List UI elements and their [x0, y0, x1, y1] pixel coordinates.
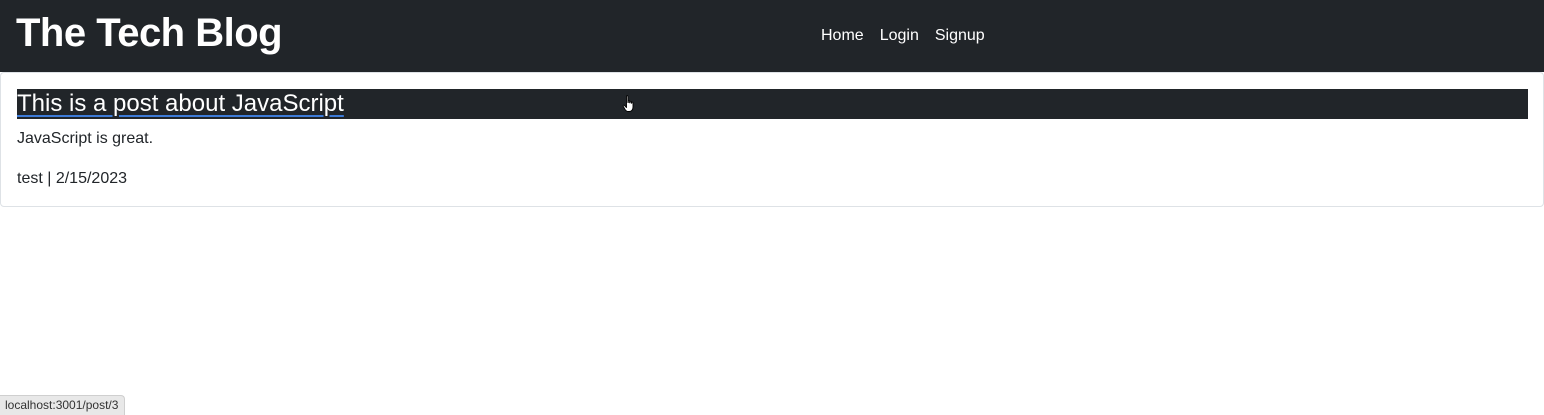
nav-signup-link[interactable]: Signup — [935, 25, 985, 47]
post-title-link[interactable]: This is a post about JavaScript — [17, 89, 344, 119]
post-card: This is a post about JavaScript JavaScri… — [0, 72, 1544, 207]
nav-home-link[interactable]: Home — [821, 25, 864, 47]
status-bar-url: localhost:3001/post/3 — [0, 395, 126, 415]
post-meta: test | 2/15/2023 — [17, 170, 128, 187]
post-body: JavaScript is great. — [17, 130, 154, 147]
post-card-header: This is a post about JavaScript — [17, 89, 1528, 119]
site-brand[interactable]: The Tech Blog — [16, 10, 283, 56]
nav-links: Home Login Signup — [821, 25, 985, 47]
nav-login-link[interactable]: Login — [880, 25, 919, 47]
hand-pointer-icon — [622, 95, 634, 112]
navbar: The Tech Blog Home Login Signup — [0, 0, 1544, 72]
